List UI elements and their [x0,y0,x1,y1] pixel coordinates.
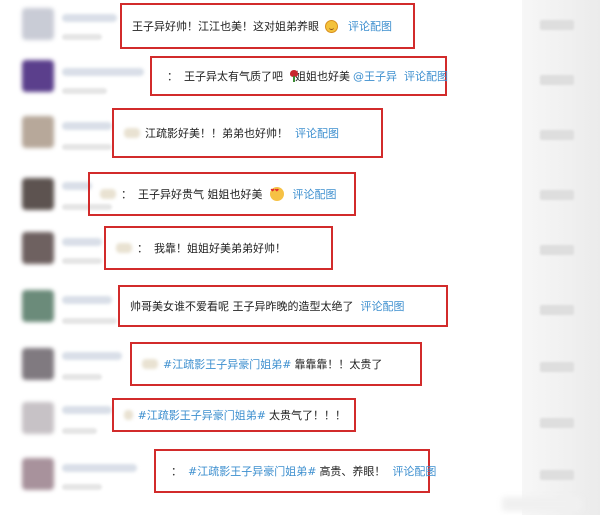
avatar[interactable] [22,8,54,40]
avatar[interactable] [22,232,54,264]
comment-image-link[interactable]: 评论配图 [348,18,392,34]
hashtag-link[interactable]: #江疏影王子异豪门姐弟# [138,407,266,423]
right-sidebar-blurred [522,0,600,515]
comment-text: 王子异好帅！江江也美！这对姐弟养眼 [132,20,319,33]
comment-highlight: ： 王子异太有气质了吧 姐姐也好美 @王子异 评论配图 [150,56,448,96]
comment-text: 帅哥美女谁不爱看呢 王子异昨晚的造型太绝了 [130,300,354,313]
comment-image-link[interactable]: 评论配图 [392,463,436,479]
avatar[interactable] [22,290,54,322]
comment-row: 江疏影好美！！弟弟也好帅！ 评论配图 [0,104,522,158]
comment-row: ： #江疏影王子异豪门姐弟# 高贵、养眼！ 评论配图 [0,446,522,500]
avatar[interactable] [22,178,54,210]
comment-row: ： 我靠！姐姐好美弟弟好帅！ [0,222,522,276]
comment-highlight: #江疏影王子异豪门姐弟# 靠靠靠！！太贵了 [130,342,422,386]
comment-text-2: 姐姐也好美 [295,70,350,83]
comment-highlight: #江疏影王子异豪门姐弟# 太贵气了！！！ [112,398,356,432]
comment-highlight: 王子异好帅！江江也美！这对姐弟养眼 评论配图 [120,3,415,49]
comment-text: 靠靠靠！！太贵了 [294,358,383,371]
hashtag-link[interactable]: #江疏影王子异豪门姐弟# [188,463,316,479]
comment-text: 太贵气了！！！ [269,409,346,422]
comment-text: 高贵、养眼！ [319,465,386,478]
comment-text: 王子异好贵气 姐姐也好美 [138,188,263,201]
comment-row: #江疏影王子异豪门姐弟# 靠靠靠！！太贵了 [0,338,522,392]
comment-image-link[interactable]: 评论配图 [361,298,405,314]
red-envelope-face-icon [325,19,338,33]
comment-text: 江疏影好美！！弟弟也好帅！ [145,127,288,140]
comment-image-link[interactable]: 评论配图 [404,68,448,84]
avatar[interactable] [22,402,54,434]
comment-highlight: 江疏影好美！！弟弟也好帅！ 评论配图 [112,108,383,158]
comment-row: #江疏影王子异豪门姐弟# 太贵气了！！！ [0,392,522,446]
comment-image-link[interactable]: 评论配图 [295,125,339,141]
hashtag-link[interactable]: #江疏影王子异豪门姐弟# [163,356,291,372]
comment-text: 我靠！姐姐好美弟弟好帅！ [154,242,286,255]
comment-row: 王子异好帅！江江也美！这对姐弟养眼 评论配图 [0,0,522,54]
comment-highlight: 帅哥美女谁不爱看呢 王子异昨晚的造型太绝了 评论配图 [118,285,448,327]
avatar[interactable] [22,60,54,92]
watermark [502,497,582,511]
avatar[interactable] [22,458,54,490]
heart-eyes-icon [269,187,284,201]
avatar[interactable] [22,116,54,148]
comment-row: ： 王子异太有气质了吧 姐姐也好美 @王子异 评论配图 [0,50,522,104]
comment-highlight: ： 王子异好贵气 姐姐也好美 评论配图 [88,172,356,216]
comment-highlight: ： #江疏影王子异豪门姐弟# 高贵、养眼！ 评论配图 [154,449,436,493]
comment-text: 王子异太有气质了吧 [184,70,283,83]
comment-image-link[interactable]: 评论配图 [293,186,337,202]
avatar[interactable] [22,348,54,380]
comment-row: 帅哥美女谁不爱看呢 王子异昨晚的造型太绝了 评论配图 [0,280,522,334]
user-mention-link[interactable]: @王子异 [353,68,397,84]
comment-highlight: ： 我靠！姐姐好美弟弟好帅！ [104,226,333,270]
comment-row: ： 王子异好贵气 姐姐也好美 评论配图 [0,166,522,220]
